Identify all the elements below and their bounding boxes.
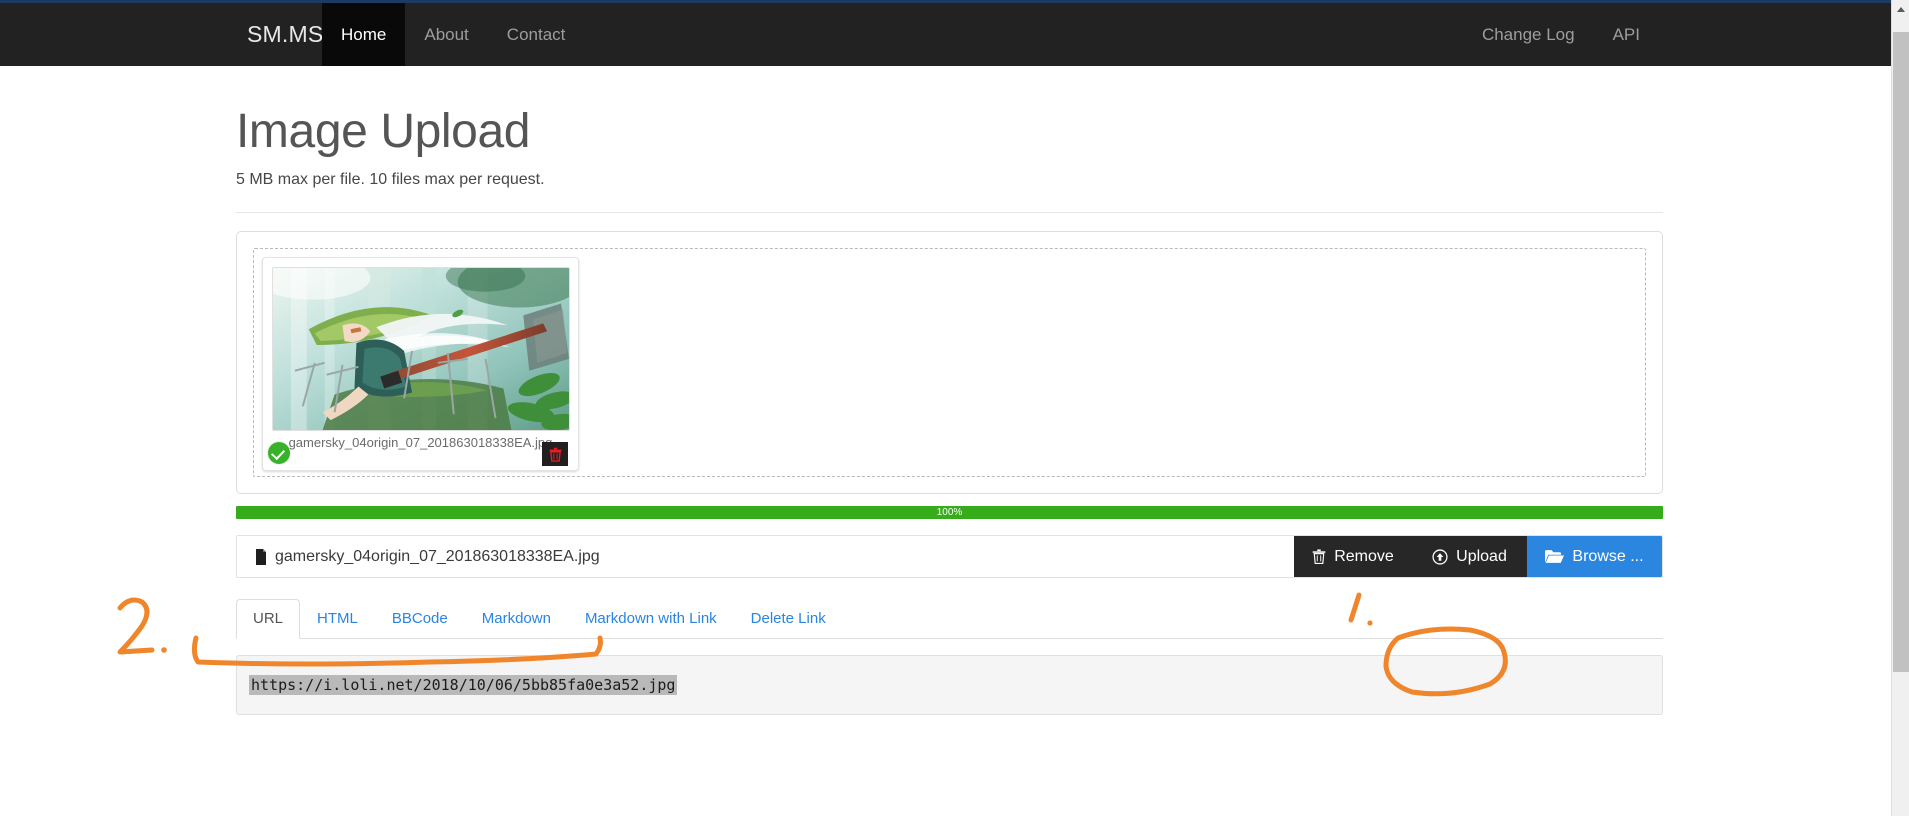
thumbnail-card[interactable]: gamersky_04origin_07_201863018338EA.jpg [262, 257, 579, 472]
nav-item-api[interactable]: API [1594, 3, 1659, 66]
title-divider [236, 212, 1663, 214]
remove-button-label: Remove [1334, 547, 1394, 565]
trash-icon [1312, 549, 1326, 565]
scrollbar-thumb[interactable] [1893, 32, 1909, 672]
thumbnail-delete-button[interactable] [542, 442, 568, 467]
tab-markdown[interactable]: Markdown [465, 599, 568, 639]
step-2-label [117, 597, 155, 655]
result-url-box[interactable]: https://i.loli.net/2018/10/06/5bb85fa0e3… [236, 655, 1663, 716]
tab-html[interactable]: HTML [300, 599, 375, 639]
page-subtitle: 5 MB max per file. 10 files max per requ… [236, 171, 545, 189]
trash-icon [549, 447, 561, 462]
upload-circle-icon [1432, 549, 1448, 565]
nav-item-home[interactable]: Home [322, 3, 406, 66]
selected-file-name: gamersky_04origin_07_201863018338EA.jpg [275, 547, 600, 565]
result-url[interactable]: https://i.loli.net/2018/10/06/5bb85fa0e3… [249, 675, 678, 696]
top-navbar: SM.MS Home About Contact Change Log API [0, 0, 1891, 66]
main-container: Image Upload 5 MB max per file. 10 files… [236, 66, 1663, 716]
remove-button[interactable]: Remove [1294, 536, 1412, 578]
folder-open-icon [1545, 550, 1565, 564]
upload-progress-fill: 100% [236, 506, 1663, 520]
file-icon [256, 548, 266, 565]
nav-item-contact[interactable]: Contact [488, 3, 585, 66]
preview-panel: gamersky_04origin_07_201863018338EA.jpg [236, 231, 1663, 495]
selected-file-display: gamersky_04origin_07_201863018338EA.jpg [237, 536, 1294, 577]
file-dropzone[interactable]: gamersky_04origin_07_201863018338EA.jpg [253, 248, 1646, 478]
file-input-row: gamersky_04origin_07_201863018338EA.jpg … [236, 535, 1663, 579]
upload-button[interactable]: Upload [1412, 536, 1527, 578]
tab-markdown-with-link[interactable]: Markdown with Link [568, 599, 734, 639]
upload-button-label: Upload [1456, 547, 1507, 565]
thumbnail-image [272, 267, 570, 432]
page-title: Image Upload [236, 105, 531, 158]
tab-url[interactable]: URL [236, 599, 301, 640]
nav-item-change-log[interactable]: Change Log [1463, 3, 1594, 66]
tab-delete-link[interactable]: Delete Link [734, 599, 843, 639]
browse-button-label: Browse ... [1572, 547, 1644, 565]
primary-nav: Home About Contact [322, 3, 584, 66]
browse-button[interactable]: Browse ... [1527, 536, 1662, 578]
caret-up-icon[interactable] [1892, 0, 1909, 18]
nav-item-about[interactable]: About [405, 3, 487, 66]
tab-bbcode[interactable]: BBCode [375, 599, 465, 639]
secondary-nav: Change Log API [1463, 3, 1659, 66]
vertical-scrollbar[interactable] [1891, 0, 1909, 816]
upload-progress-bar: 100% [236, 506, 1663, 520]
success-check-icon [268, 442, 290, 465]
result-format-tabs: URL HTML BBCode Markdown Markdown with L… [236, 599, 1663, 640]
thumbnail-filename: gamersky_04origin_07_201863018338EA.jpg [288, 435, 553, 451]
